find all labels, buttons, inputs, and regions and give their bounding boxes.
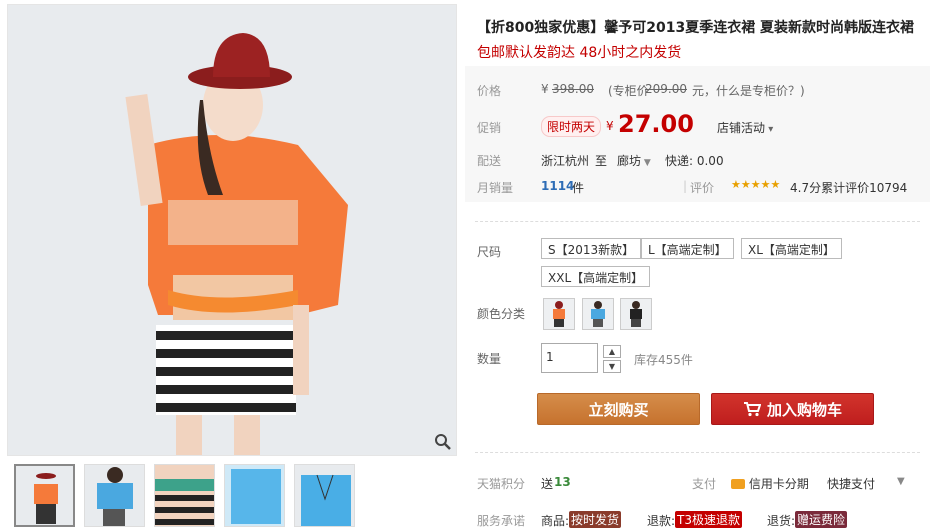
shipping-label: 配送 bbox=[477, 154, 502, 168]
ship-to-word: 至 bbox=[595, 154, 608, 168]
thumbnail-1[interactable] bbox=[14, 464, 75, 527]
promo-label: 促销 bbox=[477, 121, 502, 135]
size-option-s[interactable]: S【2013新款】 bbox=[541, 238, 642, 259]
thumbnail-image bbox=[225, 465, 284, 526]
thumbnail-5[interactable] bbox=[294, 464, 355, 527]
separator: | bbox=[683, 179, 688, 193]
review-label: 评价 bbox=[690, 181, 715, 195]
ship-destination-select[interactable]: 廊坊 ▼ bbox=[617, 152, 651, 169]
service-refund: 退款: bbox=[647, 514, 676, 528]
promo-currency: ¥ bbox=[606, 119, 614, 133]
price-currency: ¥ bbox=[541, 82, 549, 96]
shop-activity-dropdown[interactable]: 店铺活动 ▾ bbox=[717, 119, 773, 136]
color-label: 颜色分类 bbox=[477, 307, 526, 321]
quantity-label: 数量 bbox=[477, 352, 502, 366]
quick-pay[interactable]: 快捷支付 bbox=[827, 475, 875, 492]
express-fee: 快递: 0.00 bbox=[665, 154, 724, 168]
caret-down-icon[interactable]: ▼ bbox=[897, 476, 905, 487]
thumbnail-image bbox=[295, 465, 354, 526]
original-price: 398.00 bbox=[552, 82, 594, 96]
add-to-cart-button[interactable]: 加入购物车 bbox=[711, 393, 874, 425]
points-value: 13 bbox=[554, 475, 571, 489]
caret-down-icon: ▼ bbox=[641, 158, 651, 168]
color-swatch-image bbox=[621, 299, 651, 329]
service-refund-badge: T3极速退款 bbox=[675, 511, 742, 528]
main-product-image[interactable] bbox=[7, 4, 457, 456]
sales-unit: 件 bbox=[572, 181, 585, 195]
counter-price: 209.00 bbox=[645, 82, 687, 96]
cart-icon bbox=[743, 402, 761, 417]
shop-activity-label: 店铺活动 bbox=[717, 121, 766, 135]
pay-label: 支付 bbox=[692, 477, 717, 491]
rating-stars-icon: ★★★★★ bbox=[731, 178, 781, 191]
thumbnail-image bbox=[85, 465, 144, 526]
color-swatch-image bbox=[544, 299, 574, 329]
product-info-panel: 【折800独家优惠】馨予可2013夏季连衣裙 夏装新款时尚韩版连衣裙 包邮默认发… bbox=[465, 0, 930, 528]
chevron-down-icon: ▼ bbox=[608, 362, 616, 371]
size-label: 尺码 bbox=[477, 245, 502, 259]
color-swatch-image bbox=[583, 299, 613, 329]
credit-installment-label: 信用卡分期 bbox=[748, 477, 809, 491]
points-label: 天猫积分 bbox=[477, 477, 526, 491]
zoom-icon[interactable] bbox=[434, 433, 452, 451]
chevron-down-icon: ▾ bbox=[765, 124, 774, 135]
review-score[interactable]: 4.7分累计评价10794 bbox=[790, 179, 907, 196]
add-to-cart-label: 加入购物车 bbox=[766, 400, 842, 419]
sales-label: 月销量 bbox=[477, 181, 514, 195]
service-return-badge: 赠运费险 bbox=[795, 511, 848, 528]
service-return: 退货: bbox=[767, 514, 796, 528]
ship-from: 浙江杭州 bbox=[541, 154, 590, 168]
chevron-up-icon: ▲ bbox=[608, 347, 616, 356]
color-option-black[interactable] bbox=[620, 298, 652, 330]
stock-count: 库存455件 bbox=[634, 353, 693, 367]
color-option-orange[interactable] bbox=[543, 298, 575, 330]
ship-destination-label: 廊坊 bbox=[617, 154, 642, 168]
promo-badge: 限时两天 bbox=[541, 116, 602, 137]
counter-price-link[interactable]: 元，什么是专柜价？) bbox=[692, 82, 805, 99]
credit-installment[interactable]: 信用卡分期 bbox=[731, 475, 809, 492]
sales-count: 1114 bbox=[541, 179, 575, 193]
buy-now-label: 立刻购买 bbox=[588, 400, 649, 419]
quantity-increase-button[interactable]: ▲ bbox=[603, 345, 621, 358]
product-subtitle: 包邮默认发韵达 48小时之内发货 bbox=[477, 45, 682, 61]
product-title: 【折800独家优惠】馨予可2013夏季连衣裙 夏装新款时尚韩版连衣裙 bbox=[477, 20, 915, 36]
color-option-blue[interactable] bbox=[582, 298, 614, 330]
thumbnail-image bbox=[155, 465, 214, 526]
service-label: 服务承诺 bbox=[477, 514, 526, 528]
model-photo bbox=[8, 5, 456, 455]
divider bbox=[475, 452, 920, 453]
promo-price: 27.00 bbox=[618, 110, 694, 138]
quantity-decrease-button[interactable]: ▼ bbox=[603, 360, 621, 373]
credit-card-icon bbox=[731, 479, 745, 489]
size-option-xl[interactable]: XL【高端定制】 bbox=[741, 238, 842, 259]
service-goods-badge: 按时发货 bbox=[569, 511, 622, 528]
service-goods: 商品: bbox=[541, 514, 570, 528]
thumbnail-2[interactable] bbox=[84, 464, 145, 527]
counter-price-prefix: (专柜价 bbox=[608, 84, 649, 98]
size-option-l[interactable]: L【高端定制】 bbox=[641, 238, 734, 259]
points-prefix: 送 bbox=[541, 477, 554, 491]
thumbnail-image bbox=[16, 466, 73, 525]
size-option-xxl[interactable]: XXL【高端定制】 bbox=[541, 266, 651, 287]
divider bbox=[475, 221, 920, 222]
price-label: 价格 bbox=[477, 84, 502, 98]
buy-now-button[interactable]: 立刻购买 bbox=[537, 393, 700, 425]
thumbnail-strip bbox=[14, 464, 355, 527]
thumbnail-3[interactable] bbox=[154, 464, 215, 527]
thumbnail-4[interactable] bbox=[224, 464, 285, 527]
quantity-input[interactable]: 1 bbox=[541, 343, 598, 373]
